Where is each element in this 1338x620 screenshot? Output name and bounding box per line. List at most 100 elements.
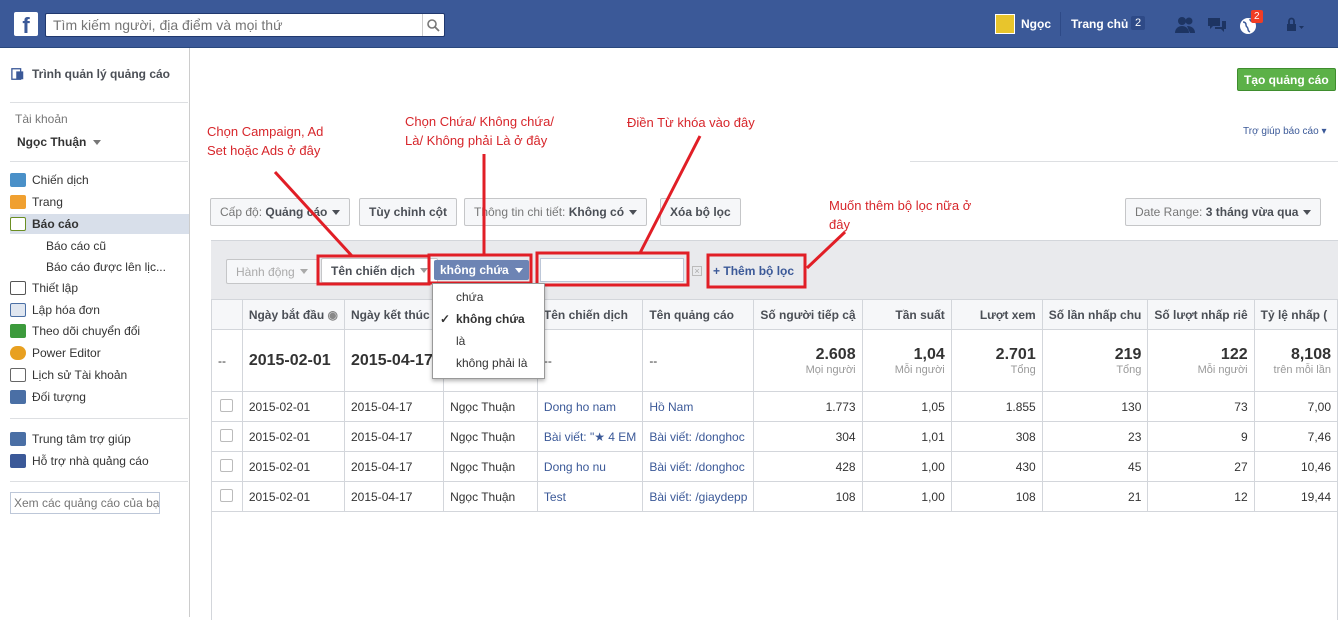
friend-requests-icon[interactable] — [1174, 15, 1196, 35]
breakdown-value: Không có — [568, 205, 625, 219]
sidebar-item-campaigns[interactable]: Chiến dịch — [10, 170, 188, 190]
create-ad-button[interactable]: Tạo quảng cáo — [1237, 68, 1336, 91]
dropdown-option[interactable]: ✓ không chứa — [433, 308, 544, 330]
table-cell: 108 — [753, 481, 863, 512]
column-header[interactable]: Tần suất — [861, 299, 952, 330]
billing-icon — [10, 303, 26, 317]
table-cell[interactable]: Bài viết: /donghoc — [642, 421, 755, 452]
filter-field-dropdown[interactable]: Tên chiến dịch — [321, 258, 439, 283]
filter-field-value: Tên chiến dịch — [331, 263, 416, 278]
search-input[interactable] — [46, 14, 416, 36]
table-cell[interactable]: Hồ Nam — [642, 391, 755, 422]
sidebar-item-audiences[interactable]: Đối tượng — [10, 387, 188, 407]
table-row[interactable]: 2015-02-01 2015-04-17 Ngọc Thuận Bài viết: … — [211, 421, 1338, 452]
ads-manager-title[interactable]: Trình quản lý quảng cáo — [10, 64, 188, 84]
column-header[interactable]: Tên chiến dịch — [536, 299, 644, 330]
column-header[interactable]: Số người tiếp cậ — [753, 299, 863, 330]
account-selector[interactable]: Ngọc Thuận — [17, 135, 101, 149]
table-cell: 73 — [1147, 391, 1255, 422]
facebook-logo[interactable]: f — [14, 12, 38, 36]
column-header[interactable]: Số lần nhấp chu — [1041, 299, 1149, 330]
table-cell[interactable]: Bài viết: "★ 4 EM — [536, 421, 644, 452]
table-header-row: Ngày bắt đầu ◉ Ngày kết thúc Tên chiến d… — [211, 299, 1338, 330]
sidebar-item-billing[interactable]: Lập hóa đơn — [10, 300, 188, 320]
table-cell: 1.773 — [753, 391, 863, 422]
pages-flag-icon — [10, 195, 26, 209]
dropdown-option[interactable]: chứa — [433, 286, 544, 308]
summary-unit: Mỗi người — [1197, 363, 1248, 376]
column-header[interactable]: Số lượt nhấp riê — [1147, 299, 1255, 330]
sort-icon: ◉ — [327, 307, 338, 322]
account-history-icon — [10, 368, 26, 382]
table-cell[interactable]: Dong ho nam — [536, 391, 644, 422]
summary-row: -- 2015-02-01 2015-04-17 -- -- 2.608 Mọi … — [211, 329, 1338, 392]
column-header[interactable]: Ngày kết thúc — [343, 299, 445, 330]
column-header[interactable]: Lượt xem — [950, 299, 1043, 330]
ads-manager-icon — [11, 68, 24, 80]
table-cell[interactable]: Bài viết: /giaydepp — [642, 481, 755, 512]
column-header[interactable]: Tên quảng cáo — [642, 299, 755, 330]
dropdown-option[interactable]: không phải là — [433, 352, 544, 374]
clear-filters-button[interactable]: Xóa bộ lọc — [660, 198, 741, 226]
home-link[interactable]: Trang chủ — [1071, 17, 1128, 31]
search-icon[interactable] — [422, 14, 444, 36]
select-all-header[interactable] — [211, 299, 243, 330]
level-dropdown[interactable]: Cấp độ: Quảng cáo — [210, 198, 351, 226]
user-avatar[interactable] — [995, 14, 1015, 34]
conversion-tracking-icon — [10, 324, 26, 338]
add-filter-button[interactable]: + Thêm bộ lọc — [713, 264, 794, 278]
table-cell: Ngọc Thuận — [443, 481, 538, 512]
sidebar-item-label: Lịch sử Tài khoản — [32, 368, 128, 382]
row-checkbox[interactable] — [220, 428, 234, 442]
sidebar-item-account-history[interactable]: Lịch sử Tài khoản — [10, 365, 188, 385]
sidebar-subitem-scheduled-reports[interactable]: Báo cáo được lên lịc... — [46, 260, 166, 274]
clear-filter-icon[interactable]: × — [692, 266, 702, 276]
column-header[interactable]: Ngày bắt đầu ◉ — [241, 299, 346, 330]
customize-columns-button[interactable]: Tùy chỉnh cột — [359, 198, 457, 226]
dropdown-option[interactable]: là — [433, 330, 544, 352]
table-cell — [211, 391, 243, 422]
table-cell[interactable]: Test — [536, 481, 644, 512]
date-range-dropdown[interactable]: Date Range: 3 tháng vừa qua — [1125, 198, 1322, 226]
table-cell: 1,01 — [861, 421, 952, 452]
row-checkbox[interactable] — [220, 398, 234, 412]
search-box[interactable] — [45, 13, 445, 37]
table-cell: 45 — [1041, 451, 1149, 482]
sidebar-subitem-old-reports[interactable]: Báo cáo cũ — [46, 239, 106, 253]
sidebar-item-label: Hỗ trợ nhà quảng cáo — [32, 454, 149, 468]
messages-icon[interactable] — [1206, 15, 1228, 35]
filter-operator-dropdown[interactable]: không chứa — [434, 260, 529, 280]
sidebar-item-conversion-tracking[interactable]: Theo dõi chuyển đổi — [10, 321, 188, 341]
plus-icon: + — [713, 264, 721, 278]
row-checkbox[interactable] — [220, 458, 234, 472]
breakdown-dropdown[interactable]: Thông tin chi tiết: Không có — [464, 198, 648, 226]
sidebar-item-label: Báo cáo — [32, 217, 79, 231]
table-cell[interactable]: Bài viết: /donghoc — [642, 451, 755, 482]
annotation-arrow-3 — [638, 135, 702, 254]
report-help-link[interactable]: Trợ giúp báo cáo ▾ — [1243, 126, 1326, 137]
profile-link[interactable]: Ngọc — [1021, 17, 1051, 31]
actions-dropdown[interactable]: Hành động — [226, 259, 318, 284]
row-checkbox[interactable] — [220, 488, 234, 502]
filter-keyword-input[interactable] — [540, 258, 684, 282]
ads-search-input[interactable] — [10, 492, 160, 514]
table-row[interactable]: 2015-02-01 2015-04-17 Ngọc Thuận Dong ho nu… — [211, 451, 1338, 482]
sidebar-item-power-editor[interactable]: Power Editor — [10, 343, 188, 363]
empty-row — [211, 511, 1338, 620]
chevron-down-icon — [332, 209, 341, 215]
table-row[interactable]: 2015-02-01 2015-04-17 Ngọc Thuận Test Bài vi… — [211, 481, 1338, 512]
table-row[interactable]: 2015-02-01 2015-04-17 Ngọc Thuận Dong ho na… — [211, 391, 1338, 422]
column-header[interactable]: Tỷ lệ nhấp ( — [1253, 299, 1338, 330]
privacy-lock-icon[interactable] — [1284, 15, 1306, 35]
summary-unit: Tổng — [1116, 363, 1142, 376]
summary-value: 1,04 — [913, 345, 945, 363]
summary-cell: 2015-04-17 — [343, 329, 445, 392]
sidebar-item-help-center[interactable]: Trung tâm trợ giúp — [10, 429, 188, 449]
summary-cell: 8,108 trên mỗi lần — [1253, 329, 1338, 392]
table-cell[interactable]: Dong ho nu — [536, 451, 644, 482]
sidebar-item-settings[interactable]: Thiết lập — [10, 278, 188, 298]
sidebar-item-advertiser-support[interactable]: Hỗ trợ nhà quảng cáo — [10, 451, 188, 471]
sidebar-item-reports[interactable]: Báo cáo — [10, 214, 189, 234]
filter-operator-value: không chứa — [440, 263, 509, 277]
sidebar-item-pages[interactable]: Trang — [10, 192, 188, 212]
